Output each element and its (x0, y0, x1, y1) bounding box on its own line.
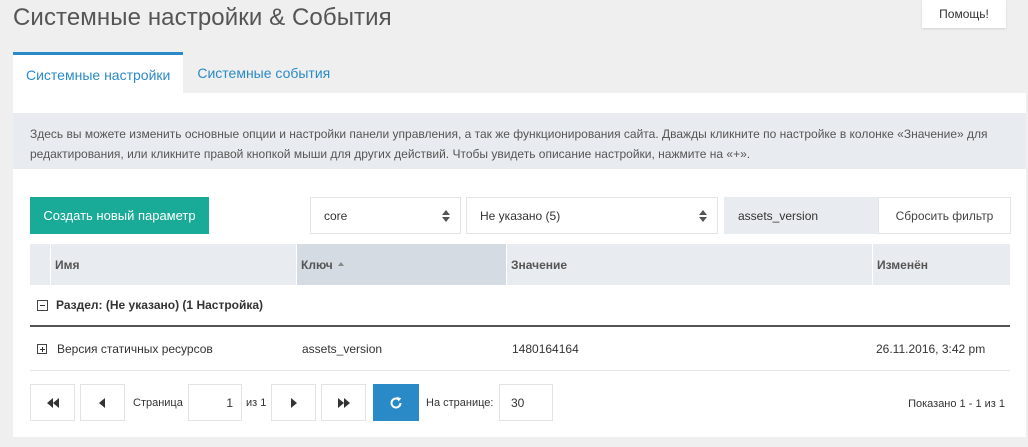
last-page-icon (337, 397, 350, 408)
grid-header-gutter (30, 244, 50, 285)
prev-page-button[interactable] (80, 384, 125, 421)
create-parameter-button[interactable]: Создать новый параметр (30, 197, 209, 234)
tab-bar: Системные настройки Системные события (13, 52, 343, 94)
select-arrows-icon (442, 210, 450, 222)
namespace-select[interactable]: core (310, 197, 461, 234)
last-page-button[interactable] (321, 384, 366, 421)
first-page-icon (46, 397, 59, 408)
description-text: Здесь вы можете изменить основные опции … (13, 113, 1026, 169)
page-title: Системные настройки & События (13, 4, 392, 31)
shown-count-text: Показано 1 - 1 из 1 (908, 398, 1005, 410)
namespace-select-value: core (324, 208, 348, 223)
refresh-button[interactable] (373, 384, 419, 421)
table-row[interactable]: Версия статичных ресурсов assets_version… (30, 327, 1010, 371)
settings-panel: Здесь вы можете изменить основные опции … (13, 93, 1026, 437)
page-count-label: из 1 (246, 397, 267, 409)
cell-name: Версия статичных ресурсов (57, 342, 213, 356)
column-header-key[interactable]: Ключ (296, 244, 506, 285)
per-page-label: На странице: (426, 397, 494, 409)
search-input[interactable] (724, 197, 879, 234)
collapse-icon[interactable] (37, 299, 48, 311)
column-header-name[interactable]: Имя (50, 244, 296, 285)
tab-system-settings[interactable]: Системные настройки (13, 52, 184, 94)
cell-value[interactable]: 1480164164 (512, 342, 579, 356)
tab-system-events[interactable]: Системные события (184, 52, 343, 94)
per-page-input[interactable] (499, 384, 553, 421)
column-header-changed[interactable]: Изменён (872, 244, 1010, 285)
help-button[interactable]: Помощь! (922, 0, 1006, 28)
reset-filter-button[interactable]: Сбросить фильтр (878, 197, 1011, 234)
page-number-input[interactable] (188, 384, 242, 421)
group-row[interactable]: Раздел: (Не указано) (1 Настройка) (30, 285, 1010, 327)
page-label: Страница (133, 397, 183, 409)
next-page-button[interactable] (271, 384, 316, 421)
pagination-bar: Страница из 1 На странице: Показано 1 - … (30, 384, 1010, 421)
cell-changed: 26.11.2016, 3:42 pm (876, 342, 986, 356)
column-header-value[interactable]: Значение (506, 244, 872, 285)
refresh-icon (390, 396, 402, 408)
grid-header: Имя Ключ Значение Изменён (30, 244, 1010, 285)
first-page-button[interactable] (30, 384, 75, 421)
expand-icon[interactable] (37, 344, 47, 354)
area-select[interactable]: Не указано (5) (466, 197, 718, 234)
area-select-value: Не указано (5) (480, 208, 561, 223)
group-label: Раздел: (Не указано) (1 Настройка) (56, 298, 264, 312)
cell-key: assets_version (302, 342, 383, 356)
settings-grid: Имя Ключ Значение Изменён Раздел: (Не ук… (30, 244, 1010, 371)
next-page-icon (290, 397, 297, 408)
prev-page-icon (98, 397, 105, 408)
select-arrows-icon (699, 210, 707, 222)
sort-asc-icon (337, 261, 344, 266)
